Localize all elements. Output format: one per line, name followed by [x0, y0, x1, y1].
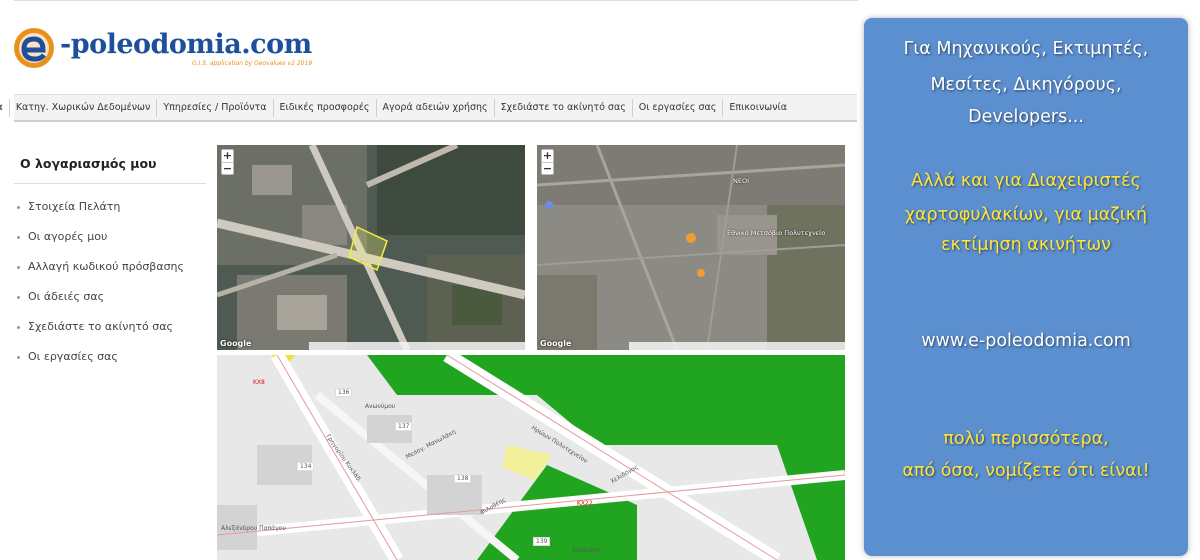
nav-buy-licenses[interactable]: Αγορά αδειών χρήσης: [377, 98, 495, 117]
promo-closing-line-1: πολύ περισσότερα,: [943, 429, 1109, 449]
promo-audience-line-2: Μεσίτες, Δικηγόρους,: [930, 75, 1122, 95]
promo-portfolio-line-3: εκτίμηση ακινήτων: [941, 235, 1111, 255]
nav-your-jobs[interactable]: Οι εργασίες σας: [633, 98, 724, 117]
account-sidebar: Ο λογαριασμός μου Στοιχεία Πελάτη Οι αγο…: [14, 146, 206, 372]
sidebar-item-change-password[interactable]: Αλλαγή κωδικού πρόσβασης: [14, 252, 206, 282]
sidebar-menu: Στοιχεία Πελάτη Οι αγορές μου Αλλαγή κωδ…: [14, 184, 206, 372]
block-number: 136: [335, 388, 353, 397]
sidebar-item-your-jobs[interactable]: Οι εργασίες σας: [14, 342, 206, 372]
screenshot: -poleodomia.com G.I.S. application by Ge…: [0, 0, 1200, 560]
nav-home[interactable]: Αρχική σελίδα: [0, 98, 10, 117]
satellite-imagery: [537, 145, 845, 350]
sidebar-item-customer-details[interactable]: Στοιχεία Πελάτη: [14, 192, 206, 222]
map-label-ntua: Εθνικό Μετσόβιο Πολυτεχνείο: [727, 229, 826, 237]
promo-audience-line-1: Για Μηχανικούς, Εκτιμητές,: [903, 39, 1149, 59]
cadastral-plan-map[interactable]: 136 137 134 138 139 KX8 KX22 Ανωνύμου Γρ…: [217, 355, 845, 560]
plan-code: KX8: [253, 379, 265, 386]
promo-closing-line-2: από όσα, νομίζετε ότι είναι!: [902, 461, 1150, 481]
brand-name: -poleodomia.com: [60, 29, 312, 60]
zoom-control: + −: [221, 149, 234, 175]
promo-panel: Για Μηχανικούς, Εκτιμητές, Μεσίτες, Δικη…: [864, 18, 1188, 556]
satellite-map-overview[interactable]: + − ΝΕΟΙ Εθνικό Μετσόβιο Πολυτεχνείο Goo…: [537, 145, 845, 350]
brand-tagline: G.I.S. application by Geovalues v2 2019: [192, 60, 313, 67]
promo-website-url[interactable]: www.e-poleodomia.com: [864, 326, 1188, 356]
plan-code: KX22: [577, 500, 593, 507]
zoom-out-button[interactable]: −: [222, 162, 233, 174]
sidebar-item-your-licenses[interactable]: Οι άδειές σας: [14, 282, 206, 312]
sidebar-item-my-purchases[interactable]: Οι αγορές μου: [14, 222, 206, 252]
street-label: Ανωνύμου: [365, 403, 396, 410]
sidebar-item-design-property[interactable]: Σχεδιάστε το ακίνητό σας: [14, 312, 206, 342]
map-attribution: [309, 342, 525, 350]
main-navigation: Αρχική σελίδα Κατηγ. Χωρικών Δεδομένων Υ…: [0, 94, 857, 122]
top-divider: [14, 0, 858, 1]
street-label: Αλεξάνδρου Παπάγου: [221, 525, 286, 532]
google-logo: Google: [540, 339, 572, 348]
website-screenshot: -poleodomia.com G.I.S. application by Ge…: [0, 0, 858, 560]
globe-e-logo-icon: [14, 28, 54, 68]
zoom-out-button[interactable]: −: [542, 162, 553, 174]
promo-portfolio-line-2: χαρτοφυλακίων, για μαζική: [904, 205, 1148, 225]
nav-services-products[interactable]: Υπηρεσίες / Προϊόντα: [157, 98, 274, 117]
nav-contact[interactable]: Επικοινωνία: [723, 99, 793, 117]
nav-design-property[interactable]: Σχεδιάστε το ακίνητό σας: [495, 98, 633, 117]
nav-spatial-data-categories[interactable]: Κατηγ. Χωρικών Δεδομένων: [10, 98, 158, 117]
zoom-in-button[interactable]: +: [542, 150, 553, 162]
nav-special-offers[interactable]: Ειδικές προσφορές: [274, 98, 377, 117]
street-label: Χορτιάτη: [572, 547, 601, 554]
satellite-map-closeup[interactable]: + − Google: [217, 145, 525, 350]
promo-audience-line-3: Developers...: [968, 107, 1084, 127]
urban-plan-drawing: [217, 355, 845, 560]
satellite-imagery: [217, 145, 525, 350]
block-number: 137: [395, 422, 413, 431]
zoom-in-button[interactable]: +: [222, 150, 233, 162]
sidebar-title: Ο λογαριασμός μου: [14, 146, 206, 184]
promo-portfolio-line-1: Αλλά και για Διαχειριστές: [911, 171, 1141, 191]
site-logo[interactable]: -poleodomia.com G.I.S. application by Ge…: [12, 26, 312, 74]
map-label-neoi: ΝΕΟΙ: [733, 177, 750, 185]
google-logo: Google: [220, 339, 252, 348]
block-number: 139: [533, 537, 551, 546]
block-number: 138: [454, 474, 472, 483]
block-number: 134: [297, 462, 315, 471]
map-attribution: [629, 342, 845, 350]
zoom-control: + −: [541, 149, 554, 175]
